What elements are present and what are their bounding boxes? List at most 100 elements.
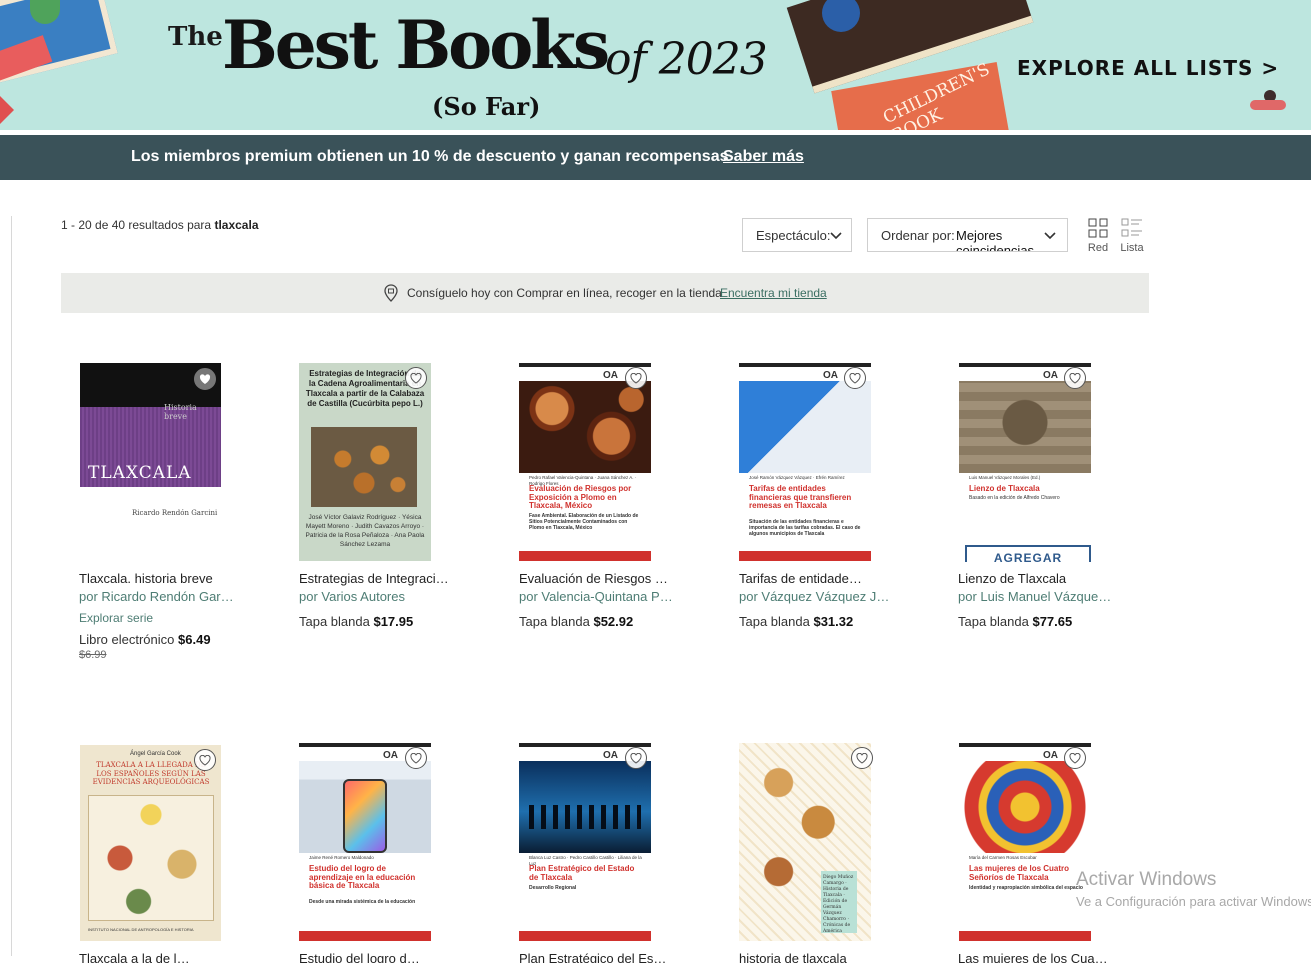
childrens-book-label: CHILDREN'S BOOK (880, 59, 993, 133)
list-view-toggle[interactable]: Lista (1119, 218, 1145, 254)
book-cover[interactable]: OA María del Carmen Rosas Escobar Las mu… (959, 743, 1091, 941)
results-range: 1 - 20 de 40 resultados para (61, 218, 212, 232)
grid-icon (1088, 218, 1108, 238)
product-format: Libro electrónico (79, 632, 175, 647)
book-cover[interactable]: OA José Ramón Vázquez Vázquez · Efrén Ra… (739, 363, 871, 561)
activate-windows-watermark: Activar Windows (1076, 869, 1217, 890)
product-price: Tapa blanda $52.92 (519, 614, 633, 629)
cover-title: TLAXCALA (88, 463, 192, 483)
cover-subtitle: Desde una mirada sistémica de la educaci… (309, 899, 416, 905)
show-dropdown[interactable]: Espectáculo: (742, 218, 852, 252)
product-title[interactable]: historia de tlaxcala (739, 951, 909, 963)
cover-authors: José Víctor Galaviz Rodríguez · Yésica M… (305, 514, 425, 548)
cover-authors: María del Carmen Rosas Escobar (969, 855, 1037, 860)
book-cover[interactable]: Estrategias de Integración de la Cadena … (299, 363, 431, 561)
book-cover[interactable]: Historia breve TLAXCALA Ricardo Rendón G… (80, 363, 221, 559)
publisher-logo: OA (603, 370, 618, 381)
product-author[interactable]: por Ricardo Rendón Garcini (79, 589, 234, 604)
product-title[interactable]: Evaluación de Riesgos por Exposición a P… (519, 571, 674, 586)
cover-title: Evaluación de Riesgos por Exposición a P… (529, 484, 632, 510)
store-pin-icon (384, 284, 398, 302)
grid-view-toggle[interactable]: Red (1085, 218, 1111, 254)
wishlist-heart-icon[interactable] (1064, 747, 1086, 769)
grid-view-label: Red (1087, 242, 1109, 254)
cover-photo (739, 381, 871, 473)
publisher-logo: OA (823, 370, 838, 381)
cover-author: Ángel García Cook (130, 751, 181, 757)
add-to-cart-button[interactable]: AGREGAR (965, 545, 1091, 562)
product-price: Tapa blanda $77.65 (958, 614, 1072, 629)
product-author[interactable]: por Varios Autores (299, 589, 469, 604)
product-title[interactable]: Plan Estratégico del Estado de Tlaxcala (519, 951, 669, 963)
cover-subtitle: Situación de las entidades financieras e… (749, 519, 861, 537)
product-author[interactable]: por Valencia-Quintana Pedro Rafael (519, 589, 674, 604)
wishlist-heart-icon[interactable] (844, 367, 866, 389)
sort-dropdown[interactable]: Ordenar por: Mejores coincidencias (867, 218, 1068, 252)
price-value: $31.32 (813, 614, 854, 629)
product-title[interactable]: Las mujeres de los Cuatro Señoríos de Tl… (958, 951, 1108, 963)
explore-all-lists-link[interactable]: EXPLORE ALL LISTS > (1017, 56, 1279, 80)
cover-label: Diego Muñoz Camargo · Historia de Tlaxca… (821, 871, 857, 934)
product-title[interactable]: Lienzo de Tlaxcala (958, 571, 1128, 586)
original-price: $6.99 (79, 649, 107, 661)
wishlist-heart-icon[interactable] (625, 367, 647, 389)
cover-authors: Jaime René Romero Maldonado (309, 855, 374, 860)
best-books-banner[interactable]: The Best Books of 2023 (So Far) CHILDREN… (0, 0, 1311, 133)
cover-title: Plan Estratégico del Estado de Tlaxcala (529, 864, 635, 882)
product-format: Tapa blanda (519, 614, 590, 629)
cover-illustration (88, 795, 214, 921)
banner-title-year: of 2023 (605, 34, 768, 85)
chevron-down-icon (1044, 232, 1056, 240)
product-author[interactable]: por Luis Manuel Vázquez Morales (958, 589, 1113, 604)
learn-more-link[interactable]: Saber más (723, 148, 804, 166)
cover-photo (519, 761, 651, 853)
price-value: $77.65 (1032, 614, 1073, 629)
publisher-logo: OA (1043, 750, 1058, 761)
cover-publisher: INSTITUTO NACIONAL DE ANTROPOLOGÍA E HIS… (88, 927, 194, 932)
book-cover[interactable]: Diego Muñoz Camargo · Historia de Tlaxca… (739, 743, 871, 941)
banner-title-the: The (168, 22, 223, 52)
explore-series-link[interactable]: Explorar serie (79, 611, 153, 625)
wishlist-heart-icon[interactable] (851, 747, 873, 769)
product-format: Tapa blanda (958, 614, 1029, 629)
sort-dropdown-label: Ordenar por: (881, 228, 955, 243)
results-query: tlaxcala (214, 218, 259, 232)
wishlist-heart-icon[interactable] (405, 747, 427, 769)
wishlist-heart-icon[interactable] (405, 367, 427, 389)
cover-title: Estudio del logro de aprendizaje en la e… (309, 864, 416, 890)
product-title[interactable]: Estrategias de Integración de la Cadena … (299, 571, 451, 586)
sort-dropdown-value: Mejores coincidencias (956, 228, 1035, 252)
wishlist-heart-icon[interactable] (194, 368, 216, 390)
book-cover[interactable]: OA Jaime René Romero Maldonado Estudio d… (299, 743, 431, 941)
price-value: $52.92 (593, 614, 634, 629)
cover-photo (519, 381, 651, 473)
publisher-logo: OA (383, 750, 398, 761)
find-store-link[interactable]: Encuentra mi tienda (720, 286, 827, 300)
cover-title: Las mujeres de los Cuatro Señoríos de Tl… (969, 864, 1070, 882)
product-price: Tapa blanda $31.32 (739, 614, 853, 629)
list-icon (1121, 218, 1142, 237)
price-value: $17.95 (373, 614, 414, 629)
product-title[interactable]: Estudio del logro de aprendizaje (299, 951, 421, 963)
cover-title: Lienzo de Tlaxcala (969, 484, 1040, 493)
publisher-logo: OA (603, 750, 618, 761)
product-format: Tapa blanda (299, 614, 370, 629)
book-cover[interactable]: OA Luis Manuel Vázquez Morales (Ed.) Lie… (959, 363, 1091, 561)
book-cover[interactable]: Ángel García Cook TLAXCALA A LA LLEGADA … (80, 745, 221, 941)
wishlist-heart-icon[interactable] (625, 747, 647, 769)
publisher-logo: OA (1043, 370, 1058, 381)
pickup-bar: Consíguelo hoy con Comprar en línea, rec… (61, 273, 1149, 313)
product-title[interactable]: Tlaxcala a la de los españoles (79, 951, 195, 963)
book-cover[interactable]: OA Blanca Luz Castro · Pedro Castillo Ca… (519, 743, 651, 941)
cover-subtitle: Identidad y reapropiación simbólica del … (969, 885, 1083, 891)
wishlist-heart-icon[interactable] (194, 749, 216, 771)
product-author[interactable]: por Vázquez Vázquez José Ramón (739, 589, 891, 604)
book-cover[interactable]: OA Pedro Rafael Valencia-Quintana · Juan… (519, 363, 651, 561)
list-view-label: Lista (1120, 242, 1144, 254)
wishlist-heart-icon[interactable] (1064, 367, 1086, 389)
cover-photo (959, 761, 1091, 853)
product-title[interactable]: Tarifas de entidades financieras (739, 571, 866, 586)
product-title[interactable]: Tlaxcala. historia breve (79, 571, 249, 586)
sidebar-divider (11, 216, 12, 956)
banner-divider (0, 130, 1311, 134)
